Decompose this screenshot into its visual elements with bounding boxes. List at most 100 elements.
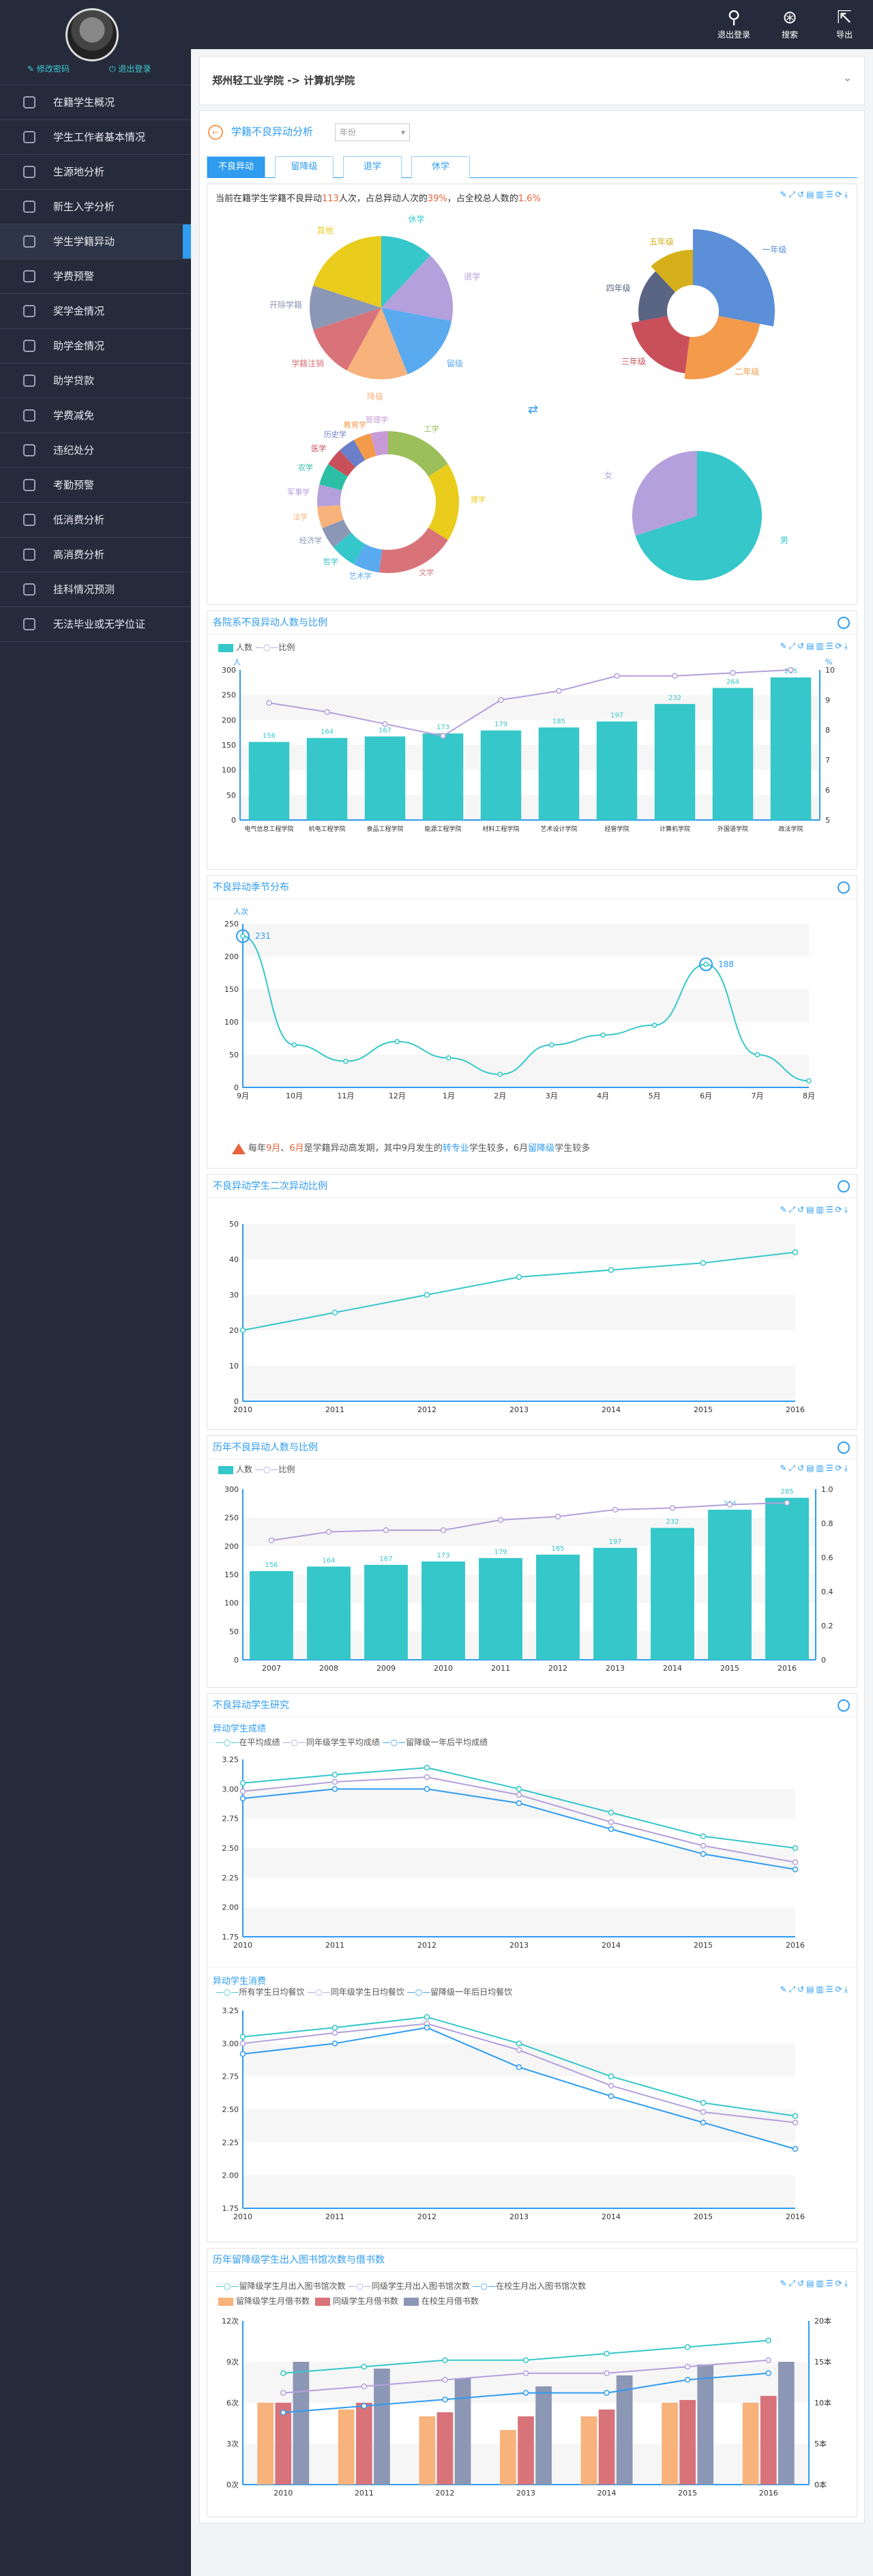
ratio-point (498, 697, 504, 703)
library-series1-point (442, 2377, 448, 2383)
sidebar-item[interactable]: 考勤预警 (0, 468, 191, 503)
ratio-point (440, 1527, 447, 1534)
sidebar-item[interactable]: 奖学金情况 (0, 294, 191, 329)
back-icon[interactable]: ← (208, 125, 223, 140)
chart-toolbar-library[interactable]: ✎⤢↺▤▥☰⟳⤓ (780, 2279, 850, 2289)
page-title: 学籍不良异动分析 (231, 126, 314, 138)
menu-item-icon (23, 96, 35, 108)
ratio-point (730, 670, 736, 676)
tab-retain[interactable]: 留降级 (275, 156, 334, 178)
year-select[interactable]: 年份 ▾ (335, 123, 410, 141)
y-tick-label: 3.00 (222, 1785, 239, 1794)
menu-item-icon (23, 166, 35, 178)
bar-value-label: 179 (494, 721, 507, 729)
logout-link[interactable]: ⏻ 退出登录 (109, 63, 151, 74)
tab-suspend[interactable]: 休学 (411, 156, 470, 178)
breadcrumb-root[interactable]: 郑州轻工业学院 (212, 74, 284, 87)
series1-point (700, 2109, 707, 2116)
series0-point (608, 1809, 615, 1816)
chart-toolbar-consume[interactable]: ✎⤢↺▤▥☰⟳⤓ (780, 1985, 850, 1995)
sidebar-item[interactable]: 学费减免 (0, 398, 191, 433)
second-change-point (239, 1327, 246, 1334)
clock-icon[interactable] (838, 617, 850, 629)
edit-password-link[interactable]: ✎ 修改密码 (27, 63, 70, 74)
library-header: 历年留降级学生出入图书馆次数与借书数 (207, 2249, 857, 2272)
library-title: 历年留降级学生出入图书馆次数与借书数 (213, 2255, 385, 2266)
library-bar (419, 2416, 436, 2485)
y-tick-label: 2.75 (222, 2073, 239, 2081)
menu-item-icon (23, 618, 35, 630)
tab-dropout[interactable]: 退学 (343, 156, 402, 178)
bar (536, 1554, 580, 1660)
sidebar-item-label: 挂科情况预测 (53, 583, 115, 596)
legend-item: 留降级学生月出入图书馆次数 (239, 2281, 346, 2291)
bar-value-label: 164 (322, 1557, 335, 1564)
grid-band (243, 1366, 795, 1401)
pie3-label: 理学 (471, 495, 486, 504)
sidebar-item[interactable]: 助学贷款 (0, 364, 191, 398)
avatar[interactable] (65, 8, 119, 61)
chart-toolbar-dept[interactable]: ✎⤢↺▤▥☰⟳⤓ (780, 641, 850, 652)
chart-toolbar-yearly[interactable]: ✎⤢↺▤▥☰⟳⤓ (780, 1463, 850, 1474)
series2-point (331, 2040, 338, 2047)
export-button[interactable]: ⇱ 导出 (825, 7, 863, 40)
tab-bad-change[interactable]: 不良异动 (207, 156, 265, 178)
series0-point (424, 2014, 430, 2020)
sidebar-item[interactable]: 生源地分析 (0, 155, 191, 190)
library-bar (338, 2410, 355, 2485)
sidebar-item[interactable]: 违纪处分 (0, 433, 191, 468)
logout-button[interactable]: ⚲ 退出登录 (715, 7, 753, 40)
search-button[interactable]: ⊛ 搜索 (771, 7, 809, 40)
y-tick-label: 2.00 (222, 2171, 239, 2180)
bar-value-label: 156 (263, 733, 276, 740)
sidebar-item[interactable]: 在籍学生概况 (0, 85, 191, 120)
sidebar-item-label: 无法毕业或无学位证 (53, 618, 146, 630)
library-legend: —○—留降级学生月出入图书馆次数 —○—同级学生月出入图书馆次数 —○—在校生月… (216, 2281, 587, 2306)
sidebar-item[interactable]: 学费预警 (0, 259, 191, 294)
y-tick-label: 40 (229, 1255, 239, 1264)
y-tick-label: 250 (224, 920, 239, 928)
y2-tick-label: 5 (825, 816, 830, 825)
x-tick-label: 2014 (602, 2212, 621, 2221)
pie3-label: 经济学 (299, 536, 322, 545)
sidebar-item[interactable]: 学生工作者基本情况 (0, 120, 191, 155)
x-tick-label: 电气信息工程学院 (244, 825, 293, 833)
legend-item: 在校生月借书数 (421, 2296, 479, 2306)
clock-icon[interactable] (838, 1699, 850, 1712)
y-tick-label: 300 (224, 1485, 239, 1494)
sidebar-item[interactable]: 助学金情况 (0, 329, 191, 364)
y-tick-label: 100 (224, 1599, 239, 1608)
x-tick-label: 2012 (435, 2489, 454, 2498)
search-icon: ⊛ (782, 8, 797, 28)
legend-item: 在校生月出入图书馆次数 (496, 2281, 587, 2291)
x-tick-label: 2010 (233, 1941, 252, 1950)
chart-toolbar-pies[interactable]: ✎⤢↺▤▥☰⟳⤓ (780, 190, 850, 200)
x-tick-label: 6月 (700, 1092, 712, 1100)
clock-icon[interactable] (838, 1180, 850, 1192)
y-tick-label: 2.75 (222, 1815, 239, 1824)
y-tick-label: 200 (222, 716, 236, 724)
legend-item: 留降级一年后平均成绩 (406, 1738, 488, 1747)
sidebar-item[interactable]: 无法毕业或无学位证 (0, 607, 191, 642)
library-series2-point (442, 2396, 448, 2403)
menu-item-icon (23, 131, 35, 143)
x-tick-label: 8月 (803, 1092, 815, 1100)
y-tick-label: 12次 (222, 2316, 239, 2326)
chevron-down-icon[interactable]: ⌄ (843, 72, 852, 84)
sidebar-item[interactable]: 高消费分析 (0, 538, 191, 572)
bar-value-label: 173 (436, 724, 449, 731)
sidebar-item[interactable]: 新生入学分析 (0, 190, 191, 224)
library-bar (580, 2416, 597, 2485)
pie3-label: 教育学 (344, 420, 366, 429)
y2-tick-label: 0.2 (821, 1622, 833, 1630)
clock-icon[interactable] (838, 1441, 850, 1454)
caret-down-icon: ▾ (400, 128, 405, 137)
bar-value-label: 164 (321, 729, 334, 736)
x-tick-label: 2008 (319, 1664, 338, 1673)
second-change-svg: 010203040502010 2011 2012 2013 2014 2015 2016 (229, 1220, 805, 1414)
y-tick-label: 100 (224, 1018, 239, 1027)
clock-icon[interactable] (838, 881, 850, 894)
sidebar-item[interactable]: 学生学籍异动 (0, 224, 191, 259)
sidebar-item[interactable]: 挂科情况预测 (0, 572, 191, 607)
sidebar-item[interactable]: 低消费分析 (0, 503, 191, 538)
